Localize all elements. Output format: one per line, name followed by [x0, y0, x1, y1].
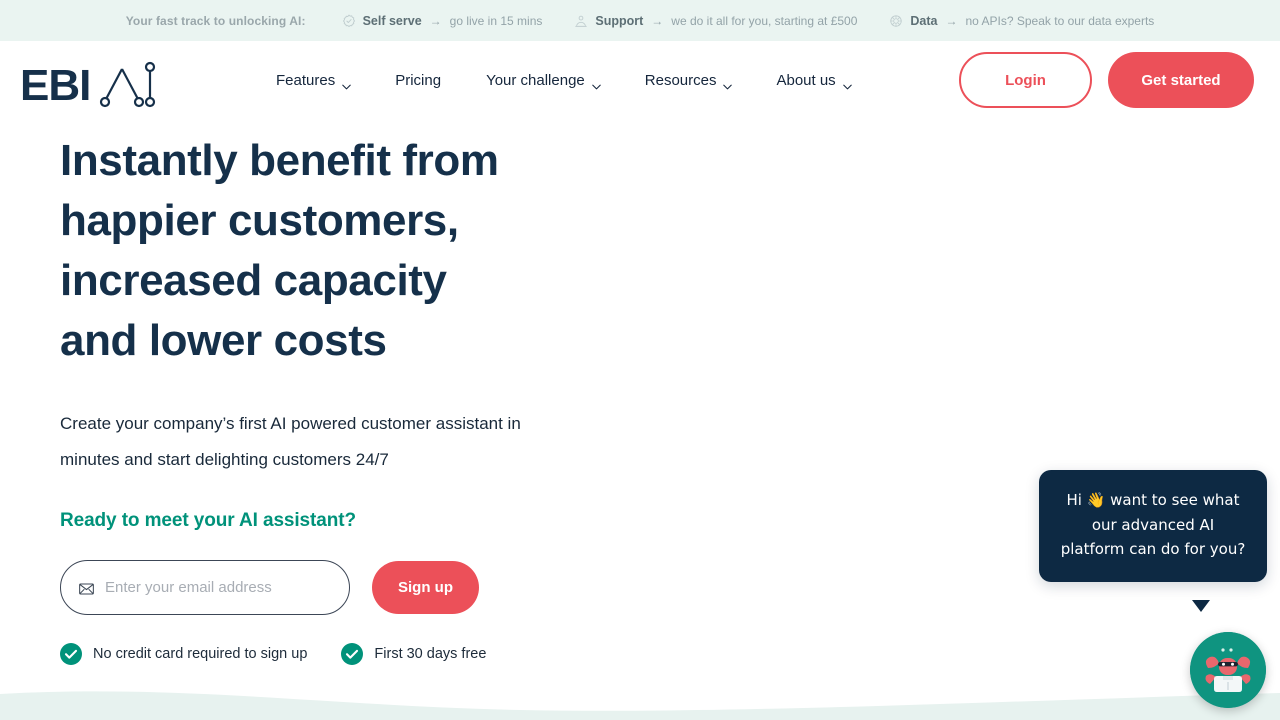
signup-form: Sign up — [60, 560, 620, 615]
chat-bubble-pointer — [1192, 600, 1210, 612]
nav-item-label: About us — [776, 72, 835, 89]
nav-item-label: Resources — [645, 72, 717, 89]
check-badge-icon — [342, 14, 356, 28]
bottom-wave-decoration — [0, 680, 1280, 720]
check-circle-icon — [341, 643, 363, 665]
announcement-item-detail: no APIs? Speak to our data experts — [966, 14, 1155, 28]
announcement-item-title: Data — [910, 14, 937, 28]
nav-item-resources[interactable]: Resources — [645, 72, 756, 89]
page-title: Instantly benefit from happier customers… — [60, 131, 530, 371]
chat-mascot-avatar-icon — [1190, 632, 1266, 708]
arrow-right-glyph: → — [429, 14, 443, 28]
signup-button[interactable]: Sign up — [372, 561, 479, 614]
assurance-item-free-trial: First 30 days free — [341, 643, 486, 665]
nav-item-about-us[interactable]: About us — [776, 72, 874, 89]
arrow-right-glyph: → — [945, 14, 959, 28]
nav-item-features[interactable]: Features — [276, 72, 374, 89]
chevron-down-icon — [342, 77, 351, 83]
get-started-button[interactable]: Get started — [1108, 52, 1254, 108]
chevron-down-icon — [723, 77, 732, 83]
envelope-icon — [79, 582, 94, 594]
logo-home-link[interactable]: EBI — [20, 57, 156, 114]
assurance-label: First 30 days free — [374, 646, 486, 662]
announcement-item-detail: we do it all for you, starting at £500 — [671, 14, 857, 28]
check-circle-icon — [60, 643, 82, 665]
announcement-item-data[interactable]: Data → no APIs? Speak to our data expert… — [889, 14, 1154, 28]
email-input-wrapper[interactable] — [60, 560, 350, 615]
announcement-item-support[interactable]: Support → we do it all for you, starting… — [574, 14, 857, 28]
nav-item-label: Features — [276, 72, 335, 89]
site-header: EBI Fea — [0, 41, 1280, 119]
auth-actions: Login Get started — [959, 41, 1254, 119]
primary-navigation: Features Pricing Your challenge Resource… — [276, 41, 875, 119]
assurance-item-no-credit-card: No credit card required to sign up — [60, 643, 307, 665]
logo-wordmark: EBI — [20, 63, 90, 109]
announcement-item-self-serve[interactable]: Self serve → go live in 15 mins — [342, 14, 543, 28]
nav-item-label: Your challenge — [486, 72, 585, 89]
chevron-down-icon — [592, 77, 601, 83]
data-network-icon — [889, 14, 903, 28]
login-button[interactable]: Login — [959, 52, 1092, 108]
announcement-item-detail: go live in 15 mins — [450, 14, 543, 28]
announcement-item-title: Self serve — [363, 14, 422, 28]
landing-page: Your fast track to unlocking AI: Self se… — [0, 0, 1280, 720]
chat-greeting-bubble[interactable]: Hi 👋 want to see what our advanced AI pl… — [1039, 470, 1267, 582]
announcement-lead-text: Your fast track to unlocking AI: — [126, 14, 306, 28]
announcement-bar: Your fast track to unlocking AI: Self se… — [0, 0, 1280, 41]
announcement-item-title: Support — [595, 14, 643, 28]
chat-greeting-text: Hi 👋 want to see what our advanced AI pl… — [1059, 488, 1247, 562]
support-agent-icon — [574, 14, 588, 28]
hero-content: Instantly benefit from happier customers… — [60, 119, 620, 665]
arrow-right-glyph: → — [650, 14, 664, 28]
hero-subheadline: Create your company’s first AI powered c… — [60, 406, 540, 478]
announcement-bar-inner: Your fast track to unlocking AI: Self se… — [126, 14, 1155, 28]
assurance-label: No credit card required to sign up — [93, 646, 307, 662]
chat-launcher-button[interactable] — [1190, 632, 1266, 708]
signup-prompt: Ready to meet your AI assistant? — [60, 510, 620, 532]
ai-network-logomark-icon — [94, 57, 156, 114]
nav-item-pricing[interactable]: Pricing — [395, 72, 441, 89]
chevron-down-icon — [843, 77, 852, 83]
email-input[interactable] — [105, 579, 331, 596]
assurance-list: No credit card required to sign up First… — [60, 643, 620, 665]
nav-item-label: Pricing — [395, 72, 441, 89]
nav-item-your-challenge[interactable]: Your challenge — [486, 72, 624, 89]
